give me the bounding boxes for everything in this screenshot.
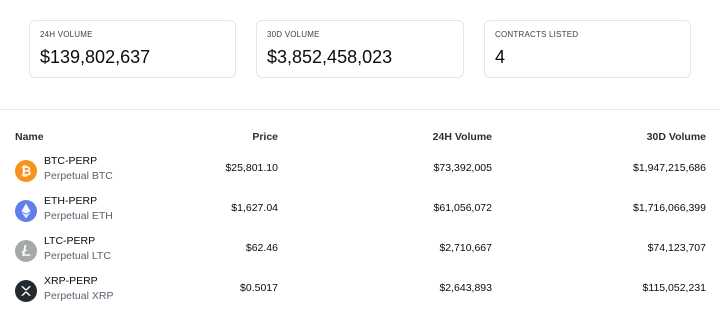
table-row[interactable]: XRP-PERP Perpetual XRP $0.5017 $2,643,89… — [0, 274, 720, 308]
price-cell: $0.5017 — [240, 282, 278, 294]
volume-24h-cell: $73,392,005 — [433, 162, 492, 174]
column-header-name[interactable]: Name — [15, 131, 44, 143]
contract-symbol: BTC-PERP — [44, 155, 98, 167]
ethereum-icon — [15, 200, 37, 222]
svg-text:₿: ₿ — [21, 164, 32, 179]
contract-symbol: LTC-PERP — [44, 235, 96, 247]
stat-value: $139,802,637 — [40, 47, 151, 67]
stat-card-24h-volume: 24H VOLUME $139,802,637 — [29, 20, 236, 78]
stat-label: CONTRACTS LISTED — [495, 30, 579, 39]
table-row[interactable]: ₿ BTC-PERP Perpetual BTC $25,801.10 $73,… — [0, 154, 720, 188]
volume-30d-cell: $74,123,707 — [647, 242, 706, 254]
stat-card-30d-volume: 30D VOLUME $3,852,458,023 — [256, 20, 464, 78]
contract-description: Perpetual BTC — [44, 170, 113, 182]
contract-description: Perpetual ETH — [44, 210, 113, 222]
contract-description: Perpetual LTC — [44, 250, 111, 262]
price-cell: $25,801.10 — [225, 162, 278, 174]
stat-label: 24H VOLUME — [40, 30, 93, 39]
table-header: Name Price 24H Volume 30D Volume — [0, 131, 720, 145]
litecoin-icon — [15, 240, 37, 262]
contract-symbol: XRP-PERP — [44, 275, 98, 287]
contract-description: Perpetual XRP — [44, 290, 114, 302]
contract-symbol: ETH-PERP — [44, 195, 98, 207]
stat-card-contracts-listed: CONTRACTS LISTED 4 — [484, 20, 691, 78]
table-row[interactable]: ETH-PERP Perpetual ETH $1,627.04 $61,056… — [0, 194, 720, 228]
table-row[interactable]: LTC-PERP Perpetual LTC $62.46 $2,710,667… — [0, 234, 720, 268]
stat-label: 30D VOLUME — [267, 30, 320, 39]
price-cell: $1,627.04 — [231, 202, 278, 214]
bitcoin-icon: ₿ — [15, 160, 37, 182]
column-header-price[interactable]: Price — [252, 131, 278, 143]
stat-value: $3,852,458,023 — [267, 47, 393, 67]
column-header-30d-volume[interactable]: 30D Volume — [647, 131, 706, 143]
volume-30d-cell: $1,716,066,399 — [633, 202, 706, 214]
volume-24h-cell: $2,643,893 — [439, 282, 492, 294]
section-divider — [0, 109, 720, 110]
volume-24h-cell: $61,056,072 — [433, 202, 492, 214]
stat-value: 4 — [495, 47, 506, 67]
price-cell: $62.46 — [245, 242, 278, 254]
xrp-icon — [15, 280, 37, 302]
volume-24h-cell: $2,710,667 — [439, 242, 492, 254]
volume-30d-cell: $115,052,231 — [642, 282, 706, 294]
volume-30d-cell: $1,947,215,686 — [633, 162, 706, 174]
column-header-24h-volume[interactable]: 24H Volume — [433, 131, 492, 143]
